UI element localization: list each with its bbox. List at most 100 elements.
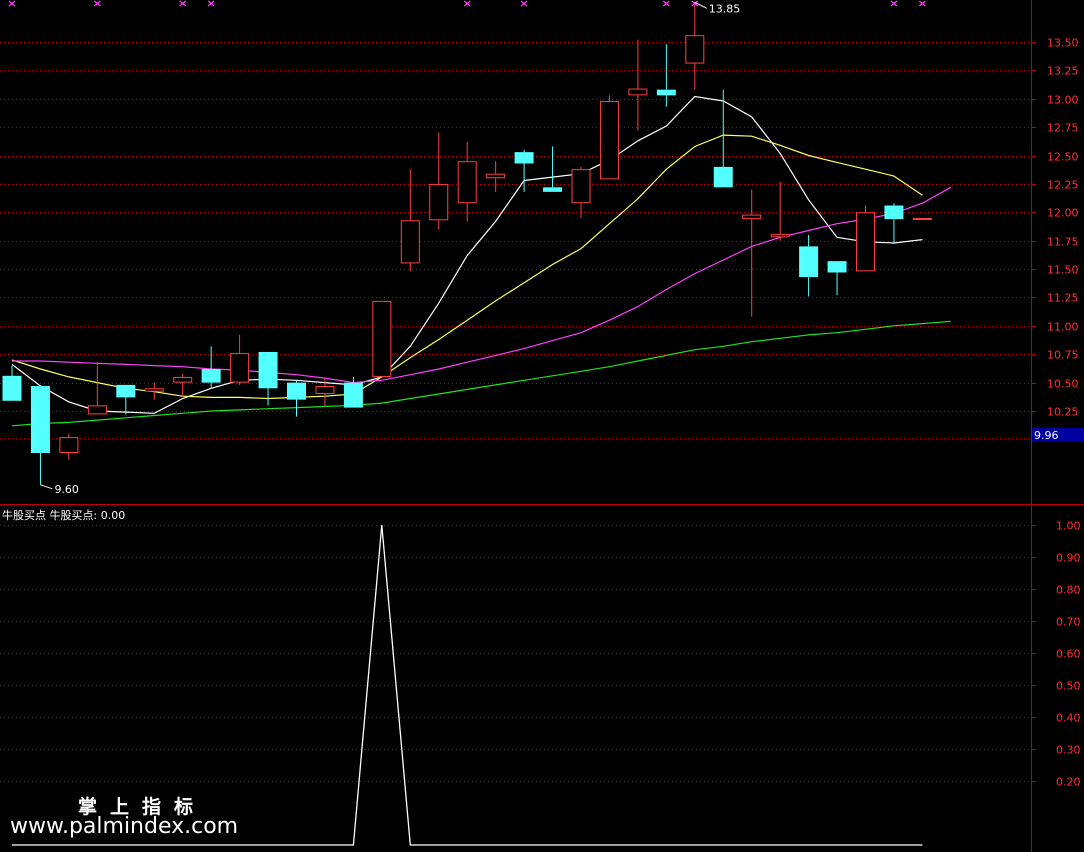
candle-body — [315, 386, 335, 394]
signal-marker — [8, 0, 16, 7]
candle-body — [30, 386, 50, 454]
price-annotations: 13.85 9.60 — [40, 1, 741, 496]
candle — [827, 261, 847, 296]
indicator-tick-label: 0.20 — [1056, 776, 1081, 789]
price-tick-label: 11.25 — [1047, 292, 1079, 305]
candle — [571, 166, 591, 218]
ma20-line — [12, 186, 952, 384]
signal-marker — [662, 0, 670, 7]
min-pointer — [40, 484, 53, 490]
candle-body — [685, 35, 705, 64]
signal-marker — [890, 0, 898, 7]
chart-frame — [0, 0, 1084, 852]
candle — [799, 235, 819, 297]
candle-body — [884, 205, 904, 220]
candle-body — [514, 152, 534, 164]
price-tick-label: 13.50 — [1047, 37, 1079, 50]
last-price-label: 9.96 — [1034, 429, 1059, 442]
candle — [87, 362, 107, 415]
candle — [230, 334, 250, 385]
candle-body — [258, 351, 278, 389]
candle-body — [201, 368, 221, 383]
ma60-line — [11, 320, 951, 427]
candle — [685, 2, 705, 90]
candle — [30, 386, 50, 485]
candle-body — [429, 183, 449, 221]
candle — [656, 44, 676, 107]
candle-body — [599, 101, 619, 180]
candle — [884, 203, 904, 245]
candle — [457, 141, 477, 222]
candle-body — [116, 384, 136, 398]
indicator-axis-ticks: 1.00 0.90 0.80 0.70 0.60 0.50 0.40 0.30 0.20 — [1031, 520, 1081, 789]
price-tick-label: 13.00 — [1047, 94, 1079, 107]
candle-body — [543, 187, 563, 192]
chart-stage: 13.50 13.25 13.00 12.75 12.50 12.25 12.00 11.75… — [0, 0, 1084, 852]
candle-body — [571, 169, 591, 204]
candle — [543, 146, 563, 192]
candle — [201, 346, 221, 389]
candle — [856, 205, 875, 272]
price-tick-label: 10.25 — [1047, 406, 1079, 419]
price-tick-label: 12.75 — [1047, 122, 1079, 135]
candle-body — [486, 173, 506, 179]
price-tick-label: 12.25 — [1047, 179, 1079, 192]
candle — [628, 39, 648, 131]
candle — [59, 433, 79, 460]
indicator-tick-label: 0.60 — [1056, 648, 1081, 661]
price-grid — [0, 42, 1031, 439]
signal-marker — [207, 0, 215, 7]
candle-body — [59, 437, 79, 454]
candle-body — [400, 220, 420, 264]
indicator-tick-label: 0.70 — [1056, 616, 1081, 629]
price-tick-label: 10.50 — [1047, 378, 1079, 391]
candle-body — [742, 214, 762, 220]
candle-body — [287, 382, 306, 400]
signal-markers — [8, 0, 926, 7]
candle-body — [770, 233, 790, 238]
candle-body — [856, 212, 875, 272]
price-axis-ticks: 13.50 13.25 13.00 12.75 12.50 12.25 12.00 11.75… — [1031, 37, 1084, 442]
candle-body — [2, 375, 22, 401]
candle — [742, 189, 762, 317]
candle-body — [457, 161, 477, 204]
candle — [599, 95, 619, 180]
indicator-tick-label: 0.80 — [1056, 584, 1081, 597]
price-tick-label: 11.00 — [1047, 321, 1079, 334]
signal-marker — [93, 0, 101, 7]
candle-body — [912, 217, 932, 220]
price-tick-label: 12.50 — [1047, 151, 1079, 164]
candle — [770, 181, 790, 241]
indicator-tick-label: 0.30 — [1056, 744, 1081, 757]
indicator-label: 牛股买点 牛股买点: 0.00 — [2, 507, 125, 523]
price-tick-label: 10.75 — [1047, 349, 1079, 362]
signal-marker — [179, 0, 187, 7]
price-tick-label: 11.50 — [1047, 264, 1079, 277]
candle — [258, 351, 278, 406]
candle — [486, 161, 506, 192]
candle — [144, 382, 164, 400]
signal-marker — [463, 0, 471, 7]
indicator-tick-label: 0.90 — [1056, 552, 1081, 565]
candle-body — [144, 388, 164, 392]
candle — [912, 217, 932, 220]
candle-body — [343, 382, 363, 408]
indicator-tick-label: 0.50 — [1056, 680, 1081, 693]
candle-body — [799, 246, 819, 278]
indicator-title: 牛股买点 — [2, 509, 46, 522]
candle-body — [372, 300, 392, 377]
indicator-tick-label: 1.00 — [1056, 520, 1081, 533]
max-price-label: 13.85 — [709, 2, 741, 15]
candle-body — [827, 261, 847, 273]
signal-marker — [520, 0, 528, 7]
candle — [514, 149, 534, 192]
candle-body — [628, 88, 648, 96]
candle — [173, 373, 193, 397]
price-tick-label: 13.25 — [1047, 65, 1079, 78]
indicator-tick-label: 0.40 — [1056, 712, 1081, 725]
price-tick-label: 11.75 — [1047, 236, 1079, 249]
watermark-url: www.palmindex.com — [10, 814, 239, 839]
candle-body — [656, 89, 676, 96]
signal-marker — [919, 0, 926, 7]
candle-body — [87, 405, 107, 415]
